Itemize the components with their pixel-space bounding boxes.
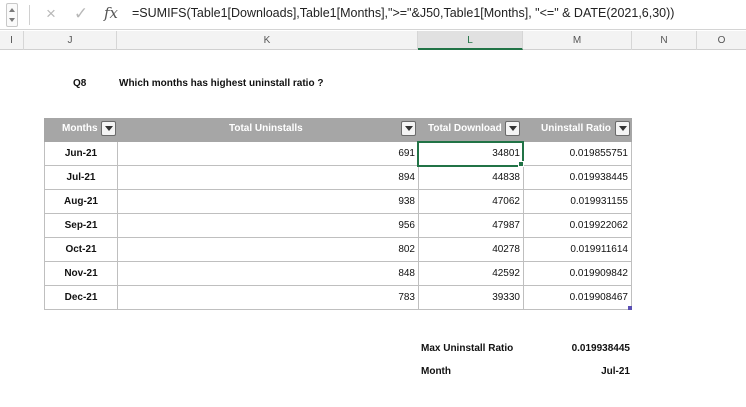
month-cell[interactable]: Nov-21: [44, 262, 117, 286]
ratio-cell[interactable]: 0.019855751: [523, 142, 632, 166]
ratio-cell[interactable]: 0.019922062: [523, 214, 632, 238]
column-header-bar: I J K L M N O: [0, 31, 746, 50]
cancel-icon[interactable]: ×: [42, 4, 60, 24]
month-value[interactable]: Jul-21: [510, 366, 630, 377]
uninstalls-cell[interactable]: 783: [117, 286, 418, 310]
spinner-down-icon[interactable]: [9, 18, 15, 22]
uninstalls-cell[interactable]: 802: [117, 238, 418, 262]
table-row: Sep-21 956 47987 0.019922062: [44, 214, 632, 238]
uninstalls-cell[interactable]: 956: [117, 214, 418, 238]
question-id[interactable]: Q8: [73, 78, 86, 89]
month-label[interactable]: Month: [421, 366, 451, 377]
table-row: Jul-21 894 44838 0.019938445: [44, 166, 632, 190]
column-header-m[interactable]: M: [523, 31, 632, 50]
month-cell[interactable]: Dec-21: [44, 286, 117, 310]
header-total-uninstalls[interactable]: Total Uninstalls: [229, 123, 369, 134]
ratio-cell[interactable]: 0.019909842: [523, 262, 632, 286]
downloads-cell[interactable]: 42592: [418, 262, 523, 286]
table-row: Jun-21 691 34801 0.019855751: [44, 141, 632, 167]
column-header-j[interactable]: J: [24, 31, 117, 50]
uninstalls-cell[interactable]: 691: [117, 142, 418, 166]
ratio-cell[interactable]: 0.019911614: [523, 238, 632, 262]
downloads-cell[interactable]: 44838: [418, 166, 523, 190]
column-header-o[interactable]: O: [697, 31, 746, 50]
table-header: Months Total Uninstalls Total Download U…: [44, 118, 632, 142]
formula-bar: × ✓ fx =SUMIFS(Table1[Downloads],Table1[…: [0, 0, 746, 30]
ratio-cell[interactable]: 0.019938445: [523, 166, 632, 190]
table-row: Oct-21 802 40278 0.019911614: [44, 238, 632, 262]
uninstalls-cell[interactable]: 894: [117, 166, 418, 190]
downloads-cell[interactable]: 39330: [418, 286, 523, 310]
downloads-cell[interactable]: 47062: [418, 190, 523, 214]
table-row: Aug-21 938 47062 0.019931155: [44, 190, 632, 214]
filter-dropdown-icon[interactable]: [101, 121, 116, 136]
downloads-cell-selected[interactable]: 34801: [417, 141, 524, 167]
column-header-i[interactable]: I: [0, 31, 24, 50]
column-header-l[interactable]: L: [418, 31, 523, 50]
filter-dropdown-icon[interactable]: [615, 121, 630, 136]
table-row: Nov-21 848 42592 0.019909842: [44, 262, 632, 286]
divider: [29, 5, 30, 25]
uninstalls-cell[interactable]: 938: [117, 190, 418, 214]
insert-function-icon[interactable]: fx: [104, 4, 118, 22]
max-ratio-label[interactable]: Max Uninstall Ratio: [421, 343, 513, 354]
question-text[interactable]: Which months has highest uninstall ratio…: [119, 78, 323, 89]
table-row: Dec-21 783 39330 0.019908467: [44, 286, 632, 310]
confirm-icon[interactable]: ✓: [72, 4, 90, 24]
month-cell[interactable]: Jul-21: [44, 166, 117, 190]
month-cell[interactable]: Oct-21: [44, 238, 117, 262]
filter-dropdown-icon[interactable]: [401, 121, 416, 136]
downloads-cell[interactable]: 47987: [418, 214, 523, 238]
filter-dropdown-icon[interactable]: [505, 121, 520, 136]
spinner-up-icon[interactable]: [9, 8, 15, 12]
column-header-n[interactable]: N: [632, 31, 697, 50]
ratio-cell[interactable]: 0.019908467: [523, 286, 632, 310]
month-cell[interactable]: Sep-21: [44, 214, 117, 238]
uninstalls-cell[interactable]: 848: [117, 262, 418, 286]
name-box-spinner[interactable]: [6, 3, 18, 27]
fill-handle[interactable]: [518, 161, 524, 167]
table-resize-handle[interactable]: [628, 306, 632, 310]
header-total-downloads[interactable]: Total Download: [428, 123, 508, 134]
month-cell[interactable]: Aug-21: [44, 190, 117, 214]
max-ratio-value[interactable]: 0.019938445: [510, 343, 630, 354]
header-uninstall-ratio[interactable]: Uninstall Ratio: [541, 123, 615, 134]
month-cell[interactable]: Jun-21: [44, 142, 117, 166]
downloads-cell[interactable]: 40278: [418, 238, 523, 262]
formula-input[interactable]: =SUMIFS(Table1[Downloads],Table1[Months]…: [132, 6, 674, 20]
ratio-cell[interactable]: 0.019931155: [523, 190, 632, 214]
column-header-k[interactable]: K: [117, 31, 418, 50]
